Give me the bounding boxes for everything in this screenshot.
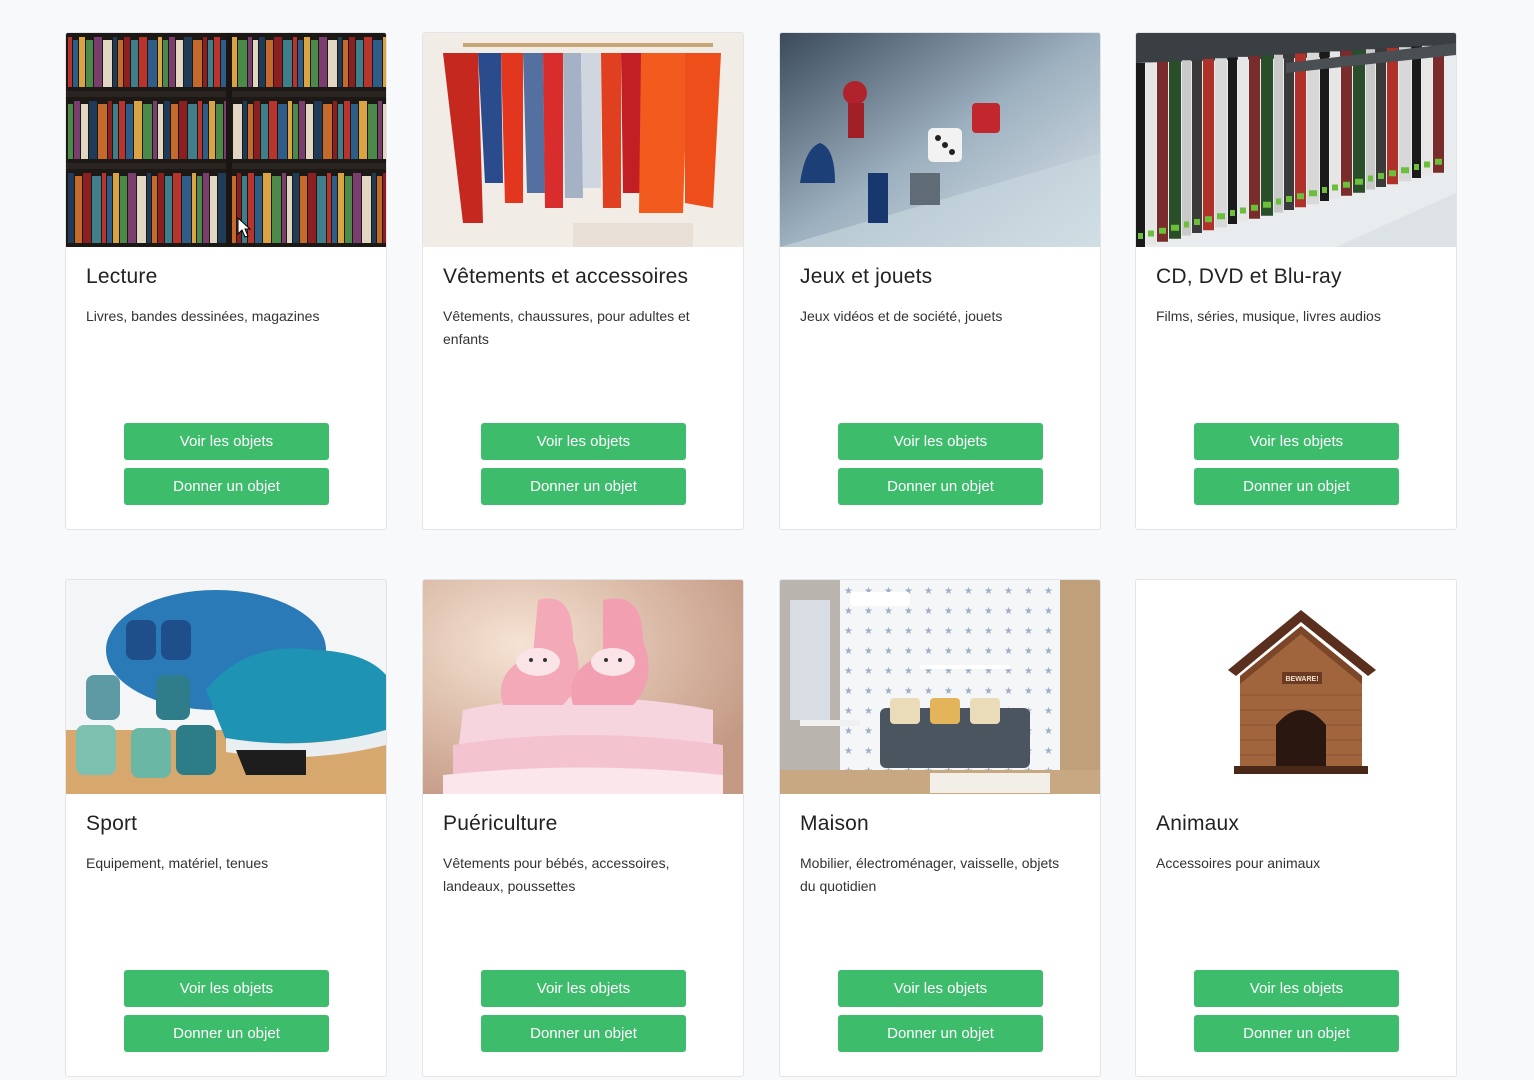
bookshelf-photo[interactable] (66, 33, 386, 247)
living-room-photo[interactable]: ★ (780, 580, 1100, 794)
see-items-button[interactable]: Voir les objets (1194, 423, 1399, 460)
give-item-button[interactable]: Donner un objet (124, 1015, 329, 1052)
card-description: Vêtements, chaussures, pour adultes et e… (443, 308, 690, 347)
give-item-button[interactable]: Donner un objet (1194, 1015, 1399, 1052)
see-items-button[interactable]: Voir les objets (838, 423, 1043, 460)
card-title: Animaux (1156, 812, 1240, 835)
clothes-rack-photo[interactable] (423, 33, 743, 247)
card-title: Jeux et jouets (800, 265, 933, 288)
see-items-button[interactable]: Voir les objets (481, 970, 686, 1007)
give-item-button[interactable]: Donner un objet (838, 468, 1043, 505)
see-items-button[interactable]: Voir les objets (1194, 970, 1399, 1007)
category-card-puericulture: Puériculture Vêtements pour bébés, acces… (422, 579, 744, 1077)
category-card-cd-dvd: CD, DVD et Blu-ray Films, séries, musiqu… (1135, 32, 1457, 530)
card-description: Vêtements pour bébés, accessoires, lande… (443, 855, 670, 894)
category-card-lecture: Lecture Livres, bandes dessinées, magazi… (65, 32, 387, 530)
mouse-cursor-icon (237, 217, 251, 238)
give-item-button[interactable]: Donner un objet (1194, 468, 1399, 505)
dog-house-sign-text: BEWARE! (1285, 676, 1318, 683)
give-item-button[interactable]: Donner un objet (838, 1015, 1043, 1052)
category-grid: Lecture Livres, bandes dessinées, magazi… (0, 0, 1534, 1080)
give-item-button[interactable]: Donner un objet (124, 468, 329, 505)
category-card-vetements: Vêtements et accessoires Vêtements, chau… (422, 32, 744, 530)
card-title: Maison (800, 812, 869, 835)
card-description: Mobilier, électroménager, vaisselle, obj… (800, 855, 1060, 894)
card-description: Jeux vidéos et de société, jouets (800, 308, 1003, 324)
card-title: Lecture (86, 265, 158, 288)
see-items-button[interactable]: Voir les objets (838, 970, 1043, 1007)
dvd-shelf-photo[interactable] (1136, 33, 1456, 247)
dumbbells-sneaker-photo[interactable] (66, 580, 386, 794)
card-title: Sport (86, 812, 138, 835)
card-description: Films, séries, musique, livres audios (1156, 308, 1381, 324)
category-card-animaux: BEWARE! Animaux Accessoires pour animaux… (1135, 579, 1457, 1077)
give-item-button[interactable]: Donner un objet (481, 1015, 686, 1052)
category-card-jeux: Jeux et jouets Jeux vidéos et de société… (779, 32, 1101, 530)
see-items-button[interactable]: Voir les objets (124, 423, 329, 460)
give-item-button[interactable]: Donner un objet (481, 468, 686, 505)
category-card-maison: ★ Maison Mobilier, électroménager, (779, 579, 1101, 1077)
see-items-button[interactable]: Voir les objets (124, 970, 329, 1007)
card-description: Livres, bandes dessinées, magazines (86, 308, 320, 324)
board-game-photo[interactable] (780, 33, 1100, 247)
baby-booties-photo[interactable] (423, 580, 743, 794)
dog-house-photo[interactable]: BEWARE! (1136, 580, 1456, 794)
card-description: Accessoires pour animaux (1156, 855, 1321, 871)
category-card-sport: Sport Equipement, matériel, tenues Voir … (65, 579, 387, 1077)
see-items-button[interactable]: Voir les objets (481, 423, 686, 460)
card-title: CD, DVD et Blu-ray (1156, 265, 1342, 288)
card-description: Equipement, matériel, tenues (86, 855, 269, 871)
card-title: Puériculture (443, 812, 558, 835)
card-title: Vêtements et accessoires (443, 265, 689, 288)
